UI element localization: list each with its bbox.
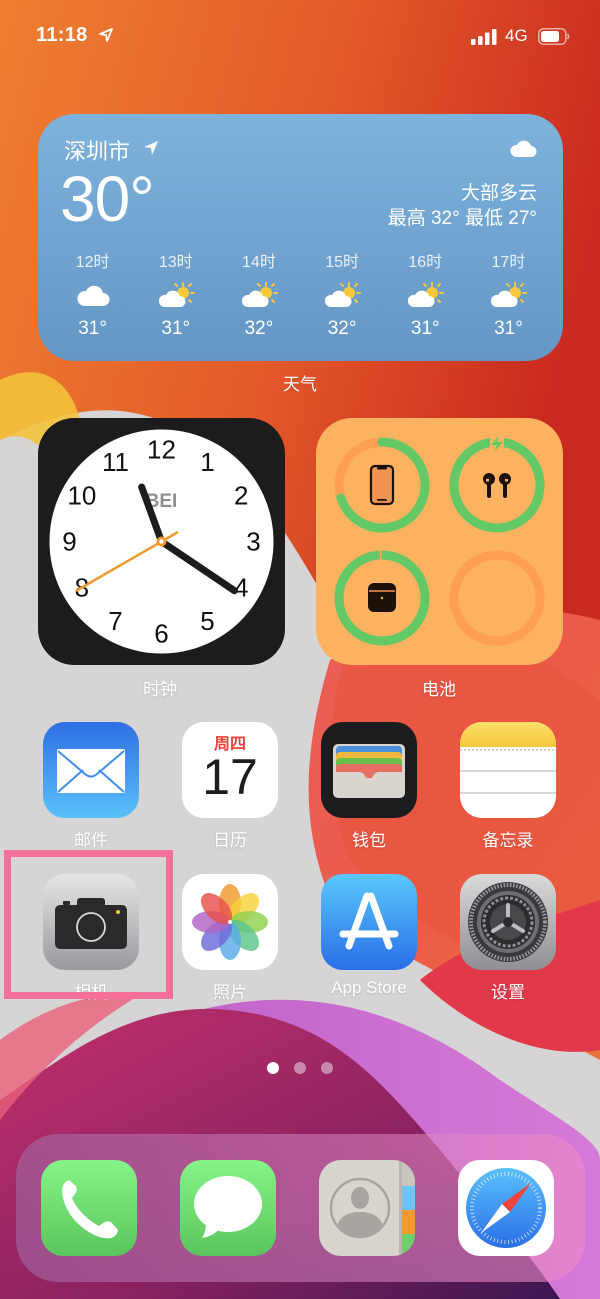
status-time: 11:18 xyxy=(36,24,88,46)
hour-label: 14时 xyxy=(242,254,276,271)
iphone-icon xyxy=(369,464,395,506)
highlight-box xyxy=(4,850,173,999)
hour-temp: 31° xyxy=(161,318,191,339)
cloud-icon xyxy=(510,140,537,157)
clock-numeral: 1 xyxy=(200,447,214,477)
weather-widget-label: 天气 xyxy=(283,375,317,394)
cellular-signal-icon xyxy=(471,29,497,45)
battery-ring-airpods xyxy=(447,435,547,535)
page-dot[interactable] xyxy=(267,1062,279,1074)
app-label: 钱包 xyxy=(352,831,386,850)
hour-label: 16时 xyxy=(408,254,443,271)
photos-icon xyxy=(182,874,278,970)
battery-ring-iphone xyxy=(332,435,432,535)
app-mail[interactable]: 邮件 xyxy=(36,722,146,851)
app-notes[interactable]: 备忘录 xyxy=(453,722,563,851)
app-settings[interactable]: 设置 xyxy=(453,874,563,1003)
app-label: 设置 xyxy=(491,983,525,1002)
messages-icon xyxy=(180,1160,276,1256)
app-label: 备忘录 xyxy=(482,831,534,850)
clock-numeral: 5 xyxy=(200,606,214,636)
weather-widget[interactable]: 深圳市 30° 大部多云 最高 32° 最低 27° 12时 31° 13时 3… xyxy=(38,114,563,361)
settings-icon xyxy=(460,874,556,970)
weather-high-low: 最高 32° 最低 27° xyxy=(387,208,537,229)
airpods-case-icon xyxy=(368,583,396,612)
dock xyxy=(16,1134,585,1282)
hourly-item: 15时 32° xyxy=(301,248,384,340)
battery-ring-airpods-case xyxy=(332,548,432,648)
mail-icon xyxy=(43,722,139,818)
hour-temp: 31° xyxy=(494,318,523,339)
phone-icon xyxy=(41,1160,137,1256)
app-label: 日历 xyxy=(213,831,247,850)
partly-sunny-icon xyxy=(324,282,362,308)
hour-temp: 32° xyxy=(327,318,357,339)
hour-temp: 31° xyxy=(410,318,440,339)
airpods-icon xyxy=(483,473,511,498)
notes-icon xyxy=(460,722,556,818)
page-dot[interactable] xyxy=(294,1062,306,1074)
clock-widget[interactable]: 121234567891011 BEI xyxy=(38,418,285,665)
contacts-icon xyxy=(319,1160,415,1256)
partly-sunny-icon xyxy=(407,282,445,308)
clock-numeral: 3 xyxy=(246,527,260,557)
hourly-item: 13时 31° xyxy=(134,248,217,340)
hour-label: 13时 xyxy=(158,254,193,271)
clock-numeral: 6 xyxy=(154,619,168,649)
clock-numeral: 11 xyxy=(102,447,129,477)
clock-numeral: 10 xyxy=(67,481,96,511)
hour-label: 17时 xyxy=(491,254,526,271)
battery-icon xyxy=(538,28,570,45)
clock-numeral: 2 xyxy=(234,481,248,511)
app-store-icon xyxy=(321,874,417,970)
app-wallet[interactable]: 钱包 xyxy=(314,722,424,851)
clock-widget-label: 时钟 xyxy=(143,680,177,699)
page-dot[interactable] xyxy=(321,1062,333,1074)
hour-label: 12时 xyxy=(75,254,110,271)
hour-temp: 31° xyxy=(78,318,107,339)
app-label: 照片 xyxy=(213,983,247,1002)
weather-current-temp: 30° xyxy=(60,163,155,235)
app-calendar[interactable]: 周四 17 日历 xyxy=(175,722,285,851)
calendar-icon: 周四 17 xyxy=(182,722,278,818)
app-app-store[interactable]: App Store xyxy=(314,874,424,998)
battery-widget-label: 电池 xyxy=(422,680,456,699)
partly-sunny-icon xyxy=(157,282,195,308)
dock-app-contacts[interactable] xyxy=(312,1160,422,1256)
wallet-icon xyxy=(321,722,417,818)
hourly-item: 14时 32° xyxy=(217,248,300,340)
cloud-icon xyxy=(77,285,110,306)
app-label: App Store xyxy=(331,978,407,997)
weather-condition: 大部多云 xyxy=(460,183,537,204)
battery-ring-empty xyxy=(447,548,547,648)
battery-widget[interactable] xyxy=(316,418,563,665)
status-bar: 11:18 4G xyxy=(0,0,600,70)
hourly-item: 16时 31° xyxy=(384,248,467,340)
dock-app-phone[interactable] xyxy=(34,1160,144,1256)
analog-clock: 121234567891011 BEI xyxy=(49,429,274,654)
hourly-item: 17时 31° xyxy=(467,248,550,340)
calendar-date: 17 xyxy=(202,749,258,805)
partly-sunny-icon xyxy=(490,282,528,308)
location-arrow-icon xyxy=(144,141,158,155)
app-photos[interactable]: 照片 xyxy=(175,874,285,1003)
network-type: 4G xyxy=(505,26,528,45)
hour-label: 15时 xyxy=(325,254,359,271)
battery-level-arc xyxy=(449,437,545,533)
clock-numeral: 7 xyxy=(108,606,122,636)
clock-numeral: 4 xyxy=(234,573,248,603)
dock-app-messages[interactable] xyxy=(173,1160,283,1256)
dock-app-safari[interactable] xyxy=(451,1160,561,1256)
app-label: 邮件 xyxy=(74,831,108,850)
clock-numeral: 9 xyxy=(62,527,76,557)
clock-numeral: 12 xyxy=(147,435,176,465)
location-arrow-icon xyxy=(99,28,113,42)
hourly-forecast: 12时 31° 13时 31° 14时 32° 15时 32° 16时 31° xyxy=(38,248,563,340)
partly-sunny-icon xyxy=(240,282,278,308)
hourly-item: 12时 31° xyxy=(51,248,134,340)
page-indicator[interactable] xyxy=(0,1062,600,1074)
hour-temp: 32° xyxy=(244,318,274,339)
safari-icon xyxy=(458,1160,554,1256)
